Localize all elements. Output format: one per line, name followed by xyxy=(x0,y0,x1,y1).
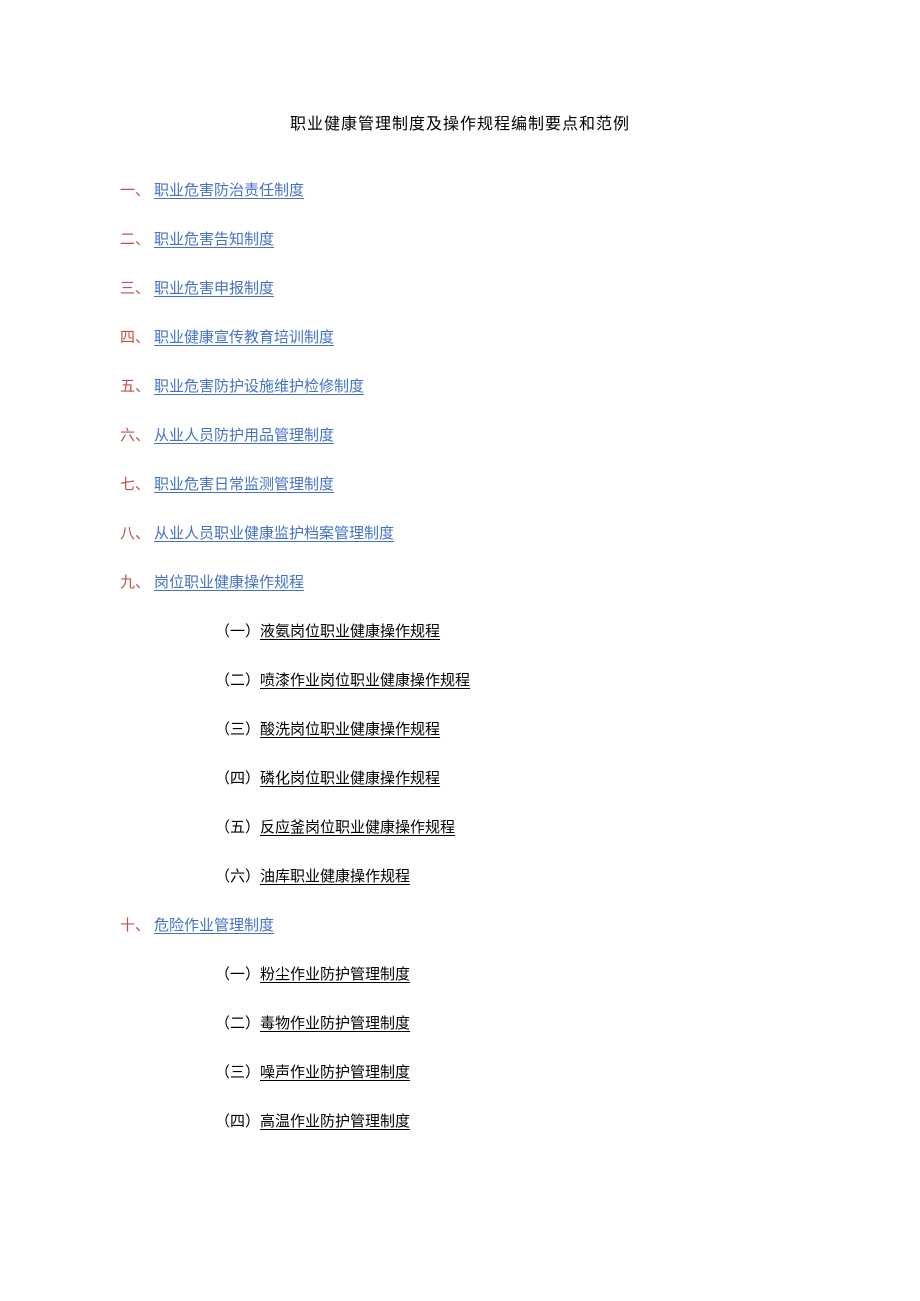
sub-link-9-2[interactable]: 喷漆作业岗位职业健康操作规程 xyxy=(260,673,470,689)
sub-item: （二）毒物作业防护管理制度 xyxy=(215,1012,800,1036)
toc-link-8[interactable]: 从业人员职业健康监护档案管理制度 xyxy=(154,526,394,542)
sub-link-10-3[interactable]: 噪声作业防护管理制度 xyxy=(260,1065,410,1081)
toc-item: 一、职业危害防治责任制度 xyxy=(120,179,800,203)
sub-num: （六） xyxy=(215,869,260,885)
toc-num: 五、 xyxy=(120,379,150,395)
sub-item: （一）液氨岗位职业健康操作规程 xyxy=(215,620,800,644)
sub-link-9-1[interactable]: 液氨岗位职业健康操作规程 xyxy=(260,624,440,640)
sub-num: （三） xyxy=(215,722,260,738)
toc-link-5[interactable]: 职业危害防护设施维护检修制度 xyxy=(154,379,364,395)
toc-item: 三、职业危害申报制度 xyxy=(120,277,800,301)
toc-item: 十、危险作业管理制度 xyxy=(120,914,800,938)
sub-link-10-4[interactable]: 高温作业防护管理制度 xyxy=(260,1114,410,1130)
toc-link-4[interactable]: 职业健康宣传教育培训制度 xyxy=(154,330,334,346)
toc-num: 九、 xyxy=(120,575,150,591)
sub-num: （三） xyxy=(215,1065,260,1081)
sub-link-9-4[interactable]: 磷化岗位职业健康操作规程 xyxy=(260,771,440,787)
toc-num: 四、 xyxy=(120,330,150,346)
sub-item: （一）粉尘作业防护管理制度 xyxy=(215,963,800,987)
toc-num: 一、 xyxy=(120,183,150,199)
sub-item: （四）高温作业防护管理制度 xyxy=(215,1110,800,1134)
sub-link-9-3[interactable]: 酸洗岗位职业健康操作规程 xyxy=(260,722,440,738)
sub-num: （四） xyxy=(215,771,260,787)
toc-link-2[interactable]: 职业危害告知制度 xyxy=(154,232,274,248)
toc-num: 十、 xyxy=(120,918,150,934)
toc-item: 四、职业健康宣传教育培训制度 xyxy=(120,326,800,350)
sub-link-9-6[interactable]: 油库职业健康操作规程 xyxy=(260,869,410,885)
sub-link-9-5[interactable]: 反应釜岗位职业健康操作规程 xyxy=(260,820,455,836)
toc-item: 六、从业人员防护用品管理制度 xyxy=(120,424,800,448)
sub-num: （二） xyxy=(215,1016,260,1032)
toc-num: 六、 xyxy=(120,428,150,444)
toc-num: 八、 xyxy=(120,526,150,542)
toc-item: 八、从业人员职业健康监护档案管理制度 xyxy=(120,522,800,546)
sub-num: （一） xyxy=(215,967,260,983)
toc-item: 二、职业危害告知制度 xyxy=(120,228,800,252)
toc-link-9[interactable]: 岗位职业健康操作规程 xyxy=(154,575,304,591)
toc-item: 九、岗位职业健康操作规程 xyxy=(120,571,800,595)
document-title: 职业健康管理制度及操作规程编制要点和范例 xyxy=(120,110,800,134)
sub-item: （三）酸洗岗位职业健康操作规程 xyxy=(215,718,800,742)
sub-num: （一） xyxy=(215,624,260,640)
toc-link-6[interactable]: 从业人员防护用品管理制度 xyxy=(154,428,334,444)
sub-num: （二） xyxy=(215,673,260,689)
sub-item: （五）反应釜岗位职业健康操作规程 xyxy=(215,816,800,840)
sub-num: （四） xyxy=(215,1114,260,1130)
toc-link-3[interactable]: 职业危害申报制度 xyxy=(154,281,274,297)
toc-link-1[interactable]: 职业危害防治责任制度 xyxy=(154,183,304,199)
sub-item: （四）磷化岗位职业健康操作规程 xyxy=(215,767,800,791)
sub-list-9: （一）液氨岗位职业健康操作规程 （二）喷漆作业岗位职业健康操作规程 （三）酸洗岗… xyxy=(120,620,800,889)
sub-num: （五） xyxy=(215,820,260,836)
toc-link-7[interactable]: 职业危害日常监测管理制度 xyxy=(154,477,334,493)
toc-num: 三、 xyxy=(120,281,150,297)
toc-link-10[interactable]: 危险作业管理制度 xyxy=(154,918,274,934)
toc-num: 二、 xyxy=(120,232,150,248)
toc-item: 七、职业危害日常监测管理制度 xyxy=(120,473,800,497)
sub-item: （六）油库职业健康操作规程 xyxy=(215,865,800,889)
sub-link-10-1[interactable]: 粉尘作业防护管理制度 xyxy=(260,967,410,983)
toc-num: 七、 xyxy=(120,477,150,493)
sub-link-10-2[interactable]: 毒物作业防护管理制度 xyxy=(260,1016,410,1032)
sub-item: （二）喷漆作业岗位职业健康操作规程 xyxy=(215,669,800,693)
sub-item: （三）噪声作业防护管理制度 xyxy=(215,1061,800,1085)
toc-item: 五、职业危害防护设施维护检修制度 xyxy=(120,375,800,399)
sub-list-10: （一）粉尘作业防护管理制度 （二）毒物作业防护管理制度 （三）噪声作业防护管理制… xyxy=(120,963,800,1134)
